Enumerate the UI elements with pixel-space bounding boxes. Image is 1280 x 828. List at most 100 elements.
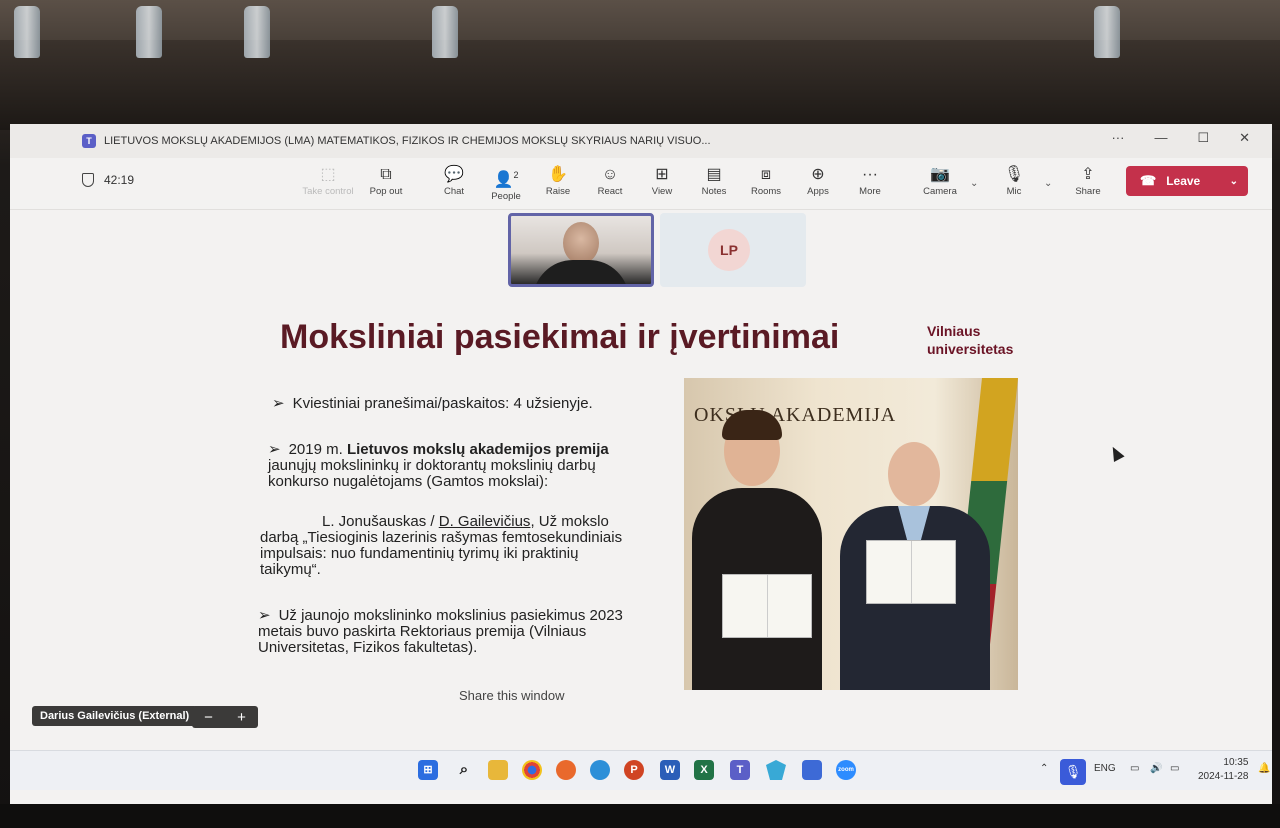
system-clock[interactable]: 10:35 2024-11-28: [1198, 756, 1248, 784]
zoom-out-button[interactable]: −: [204, 709, 213, 726]
mic-options-chevron-icon[interactable]: ⌄: [1044, 178, 1052, 189]
language-indicator[interactable]: ENG: [1094, 763, 1116, 774]
share-window-label: Share this window: [459, 688, 565, 703]
camera-options-chevron-icon[interactable]: ⌄: [970, 178, 978, 189]
view-label: View: [651, 186, 673, 197]
arrow-bullet-icon: ➢: [272, 395, 285, 412]
shield-icon: [82, 173, 94, 187]
windows-taskbar: ⊞ ⌕ P W X T zoom ⌃ 🎙 ENG ▭ 🔊 ▭ 10:35 202…: [10, 750, 1272, 790]
excel-icon[interactable]: X: [694, 760, 714, 780]
camera-button[interactable]: 📷 Camera: [912, 164, 968, 197]
chat-label: Chat: [443, 186, 465, 197]
microphone-tray-icon[interactable]: 🎙: [1060, 759, 1086, 785]
powerpoint-icon[interactable]: P: [624, 760, 644, 780]
bullet-rector-award: ➢ Už jaunojo mokslininko mokslinius pasie…: [258, 608, 648, 656]
arrow-bullet-icon: ➢: [258, 607, 271, 624]
water-bottle: [244, 6, 270, 58]
teams-icon[interactable]: T: [730, 760, 750, 780]
presenter-name-tag: Darius Gailevičius (External): [32, 706, 198, 726]
bullet-text: L. Jonušauskas /: [322, 513, 439, 530]
volume-icon[interactable]: 🔊: [1150, 763, 1162, 774]
water-bottle: [1094, 6, 1120, 58]
remote-desktop-icon[interactable]: [802, 760, 822, 780]
microphone-icon: 🎙: [1003, 166, 1025, 183]
shared-slide: Moksliniai pasiekimai ir įvertinimai Vil…: [10, 292, 1272, 752]
share-tray-icon: ⇪: [1081, 166, 1095, 183]
edge-icon[interactable]: [590, 760, 610, 780]
window-controls: ··· — ☐ ✕: [1111, 130, 1250, 146]
start-icon[interactable]: ⊞: [418, 760, 438, 780]
slide-title: Moksliniai pasiekimai ir įvertinimai: [280, 318, 840, 356]
bullet-text: 2019 m.: [288, 441, 347, 458]
minimize-button[interactable]: —: [1154, 130, 1167, 146]
word-icon[interactable]: W: [660, 760, 680, 780]
clock-time: 10:35: [1223, 757, 1249, 768]
tray-chevron-icon[interactable]: ⌃: [1040, 763, 1048, 774]
pop-out-icon: ⧉: [380, 166, 392, 183]
notes-button[interactable]: ▤ Notes: [686, 164, 742, 197]
more-button[interactable]: ··· More: [842, 164, 898, 197]
close-button[interactable]: ✕: [1239, 130, 1250, 146]
participant-video-tile[interactable]: [508, 213, 654, 287]
smiley-icon: ☺: [601, 166, 619, 183]
participant-head: [563, 222, 599, 264]
people-icon: 👤2: [493, 170, 519, 189]
react-button[interactable]: ☺ React: [582, 164, 638, 197]
bullet-text: Už jaunojo mokslininko mokslinius pasiek…: [258, 607, 623, 656]
notes-icon: ▤: [706, 166, 722, 183]
leave-label: Leave: [1166, 174, 1201, 188]
rooms-button[interactable]: ⧈ Rooms: [738, 164, 794, 197]
grid-icon: ⊞: [655, 166, 669, 183]
battery-icon[interactable]: ▭: [1170, 763, 1179, 774]
timer-text: 42:19: [104, 173, 135, 187]
participant-avatar-tile[interactable]: LP: [660, 213, 806, 287]
plus-square-icon: ⊕: [811, 166, 825, 183]
firefox-icon[interactable]: [556, 760, 576, 780]
search-icon[interactable]: ⌕: [454, 760, 474, 780]
leave-button[interactable]: ☎ Leave ⌄: [1126, 166, 1248, 196]
water-bottle: [136, 6, 162, 58]
apps-button[interactable]: ⊕ Apps: [790, 164, 846, 197]
more-options-button[interactable]: ···: [1111, 130, 1124, 146]
leave-options-chevron-icon[interactable]: ⌄: [1230, 176, 1238, 187]
rooms-icon: ⧈: [760, 166, 772, 183]
meeting-timer: 42:19: [82, 173, 134, 187]
chat-button[interactable]: 💬 Chat: [426, 164, 482, 197]
notes-label: Notes: [701, 186, 727, 197]
bullet-text: jaunųjų mokslininkų ir doktorantų moksli…: [268, 457, 596, 490]
chrome-icon[interactable]: [522, 760, 542, 780]
bullet-invited-talks: ➢ Kviestiniai pranešimai/paskaitos: 4 užs…: [272, 396, 593, 412]
mic-button[interactable]: 🎙 Mic: [986, 164, 1042, 197]
pop-out-button[interactable]: ⧉ Pop out: [358, 164, 414, 197]
bullet-bold-text: Lietuvos mokslų akademijos premija: [346, 441, 609, 458]
raise-label: Raise: [545, 186, 571, 197]
vpn-icon[interactable]: [766, 760, 786, 780]
people-button[interactable]: 👤2 People: [478, 164, 534, 202]
chat-icon: 💬: [444, 166, 464, 183]
rooms-label: Rooms: [750, 186, 782, 197]
folder-icon[interactable]: [488, 760, 508, 780]
logo-line-2: universitetas: [927, 341, 1014, 357]
zoom-controls: − +: [192, 706, 258, 728]
zoom-app-icon[interactable]: zoom: [836, 760, 856, 780]
react-label: React: [597, 186, 623, 197]
clock-date: 2024-11-28: [1198, 771, 1249, 782]
water-bottle: [432, 6, 458, 58]
university-logo: Vilniaus universitetas: [927, 322, 1013, 358]
people-label: People: [491, 191, 521, 203]
view-button[interactable]: ⊞ View: [634, 164, 690, 197]
avatar: LP: [708, 229, 750, 271]
network-icon[interactable]: ▭: [1130, 763, 1139, 774]
bullet-text: Kviestiniai pranešimai/paskaitos: 4 užsi…: [292, 395, 593, 412]
raise-hand-button[interactable]: ✋ Raise: [530, 164, 586, 197]
hang-up-icon: ☎: [1140, 173, 1157, 188]
bullet-lma-award: ➢ 2019 m. Lietuvos mokslų akademijos prem…: [268, 442, 628, 490]
window-title: LIETUVOS MOKSLŲ AKADEMIJOS (LMA) MATEMAT…: [104, 135, 711, 147]
maximize-button[interactable]: ☐: [1197, 130, 1209, 146]
share-button[interactable]: ⇪ Share: [1060, 164, 1116, 197]
take-control-button[interactable]: ⬚ Take control: [300, 164, 356, 197]
title-bar: T LIETUVOS MOKSLŲ AKADEMIJOS (LMA) MATEM…: [10, 124, 1272, 158]
teams-logo-icon: T: [82, 134, 96, 148]
zoom-in-button[interactable]: +: [237, 709, 246, 726]
notification-icon[interactable]: 🔔: [1258, 763, 1270, 774]
